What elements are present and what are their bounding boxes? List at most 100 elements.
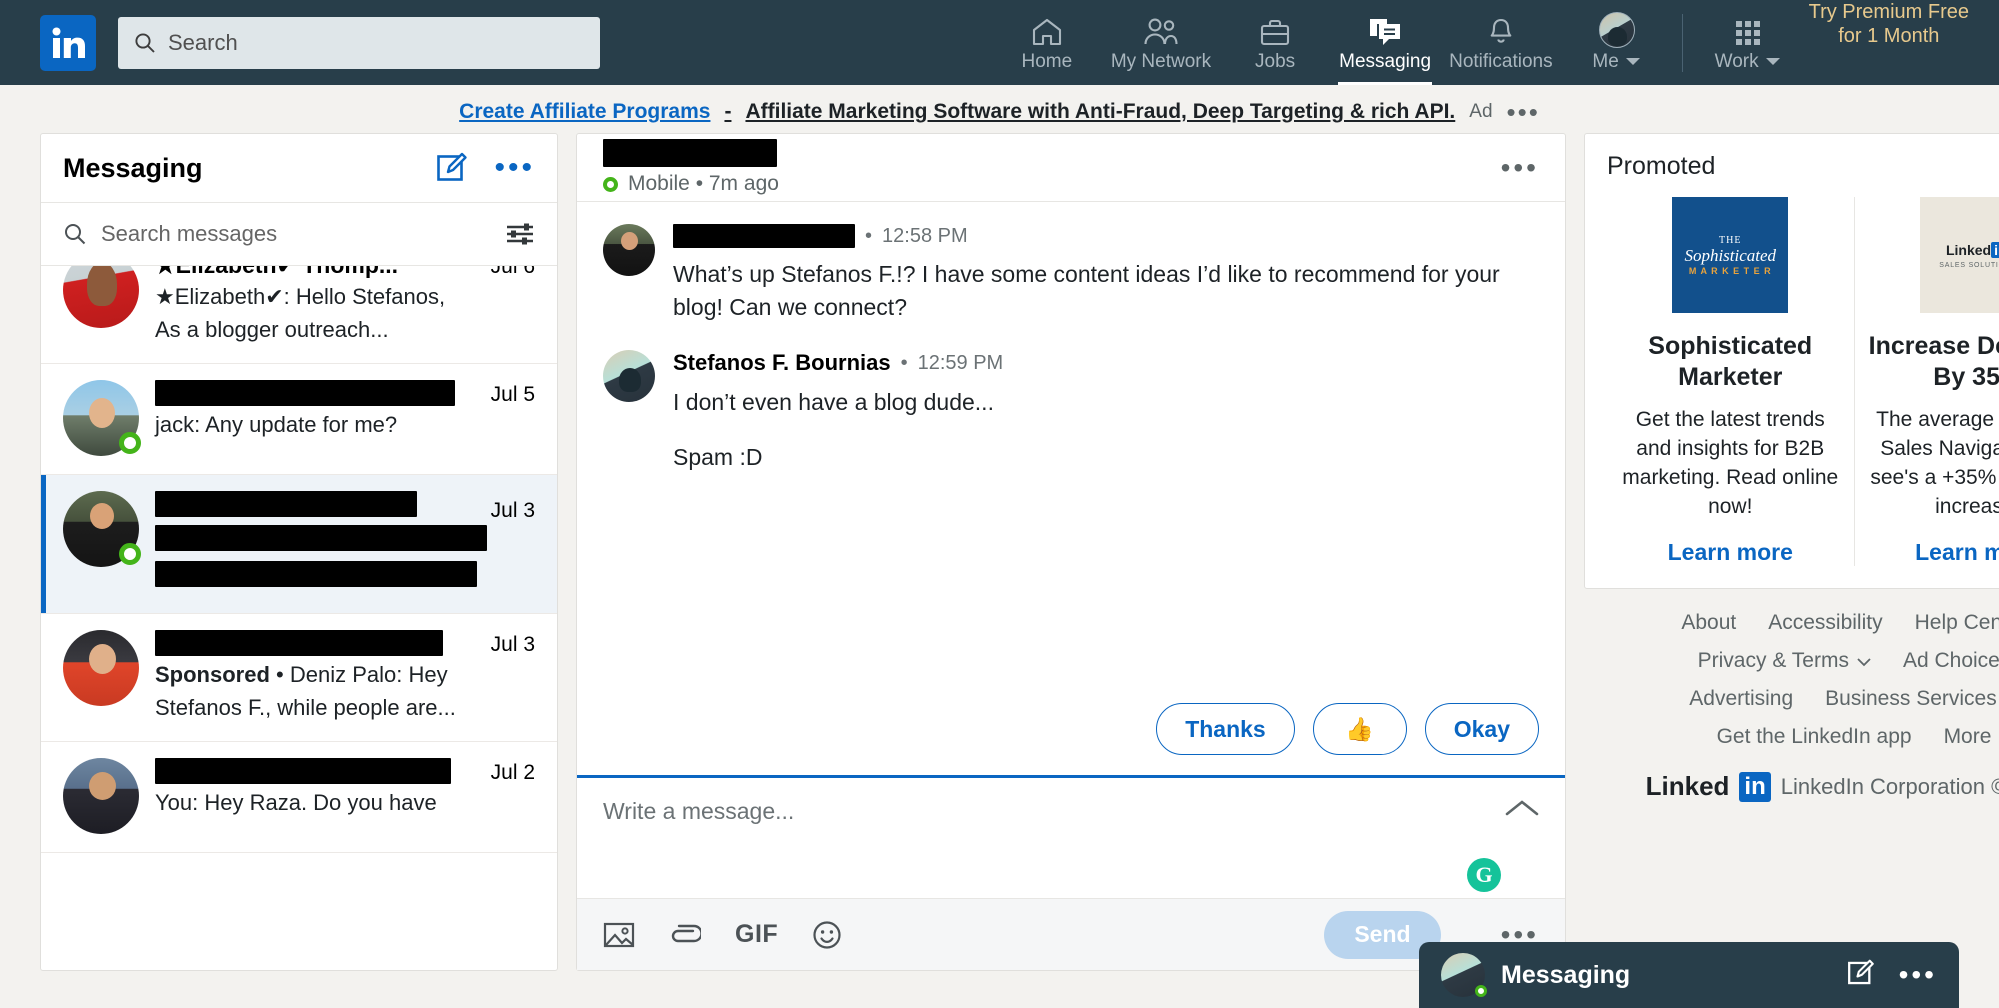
image-icon[interactable] bbox=[603, 921, 635, 949]
online-presence-icon bbox=[1475, 985, 1487, 997]
nav-item-notifications[interactable]: Notifications bbox=[1440, 0, 1562, 85]
list-item-sponsored[interactable]: Deniz Palo Jul 3 Sponsored • Deniz Palo:… bbox=[41, 614, 557, 742]
footer-link-about[interactable]: About bbox=[1681, 611, 1736, 635]
grammarly-icon[interactable]: G bbox=[1467, 858, 1501, 892]
search-input[interactable] bbox=[168, 29, 584, 56]
promoted-name: Sophisticated Marketer bbox=[1648, 332, 1813, 391]
composer-placeholder: Write a message... bbox=[603, 798, 795, 824]
promoted-description: The average LinkedIn Sales Navigator use… bbox=[1870, 408, 1999, 518]
footer-link-advertising[interactable]: Advertising bbox=[1689, 687, 1793, 711]
footer-link-accessibility[interactable]: Accessibility bbox=[1768, 611, 1882, 635]
nav-item-home[interactable]: Home bbox=[992, 0, 1102, 85]
nav-label-home: Home bbox=[1021, 50, 1073, 72]
message-separator: • bbox=[865, 224, 873, 247]
footer-link-business-services[interactable]: Business Services bbox=[1825, 687, 1999, 711]
linkedin-logo-icon[interactable] bbox=[40, 14, 96, 71]
avatar bbox=[603, 224, 655, 276]
logo-bottom-text: SALES SOLUTIONS bbox=[1939, 261, 1999, 269]
composer-input-area[interactable]: Write a message... G bbox=[577, 778, 1565, 898]
footer-link-help-center[interactable]: Help Center bbox=[1915, 611, 1999, 635]
try-premium-link[interactable]: Try Premium Free for 1 Month bbox=[1803, 0, 1975, 85]
conversations-panel: Messaging ••• Search messages Jul 6 ★Eli… bbox=[40, 133, 558, 971]
premium-line-2: for 1 Month bbox=[1838, 25, 1940, 47]
promoted-description: Get the latest trends and insights for B… bbox=[1622, 408, 1839, 518]
sponsored-badge: Sponsored bbox=[155, 662, 270, 687]
green-ring-icon bbox=[603, 176, 618, 192]
promoted-item[interactable]: Linkedin SALES SOLUTIONS Increase Deal S… bbox=[1853, 197, 1999, 566]
footer-link-get-app[interactable]: Get the LinkedIn app bbox=[1717, 725, 1912, 749]
chevron-up-icon[interactable] bbox=[1505, 798, 1539, 823]
list-item-selected[interactable]: Jul 3 bbox=[41, 475, 557, 614]
premium-line-1: Try Premium Free bbox=[1808, 1, 1969, 23]
nav-item-jobs[interactable]: Jobs bbox=[1220, 0, 1330, 85]
nav-label-jobs: Jobs bbox=[1255, 50, 1296, 72]
ellipsis-icon[interactable]: ••• bbox=[1501, 920, 1539, 948]
conversation-date: Jul 3 bbox=[490, 633, 535, 656]
nav-item-my-network[interactable]: My Network bbox=[1102, 0, 1220, 85]
footer: About Accessibility Help Center Privacy … bbox=[1584, 611, 1999, 802]
paperclip-icon[interactable] bbox=[669, 922, 701, 948]
conversation-snippet-line1 bbox=[155, 525, 487, 551]
chevron-down-icon bbox=[1857, 649, 1871, 673]
filter-sliders-icon[interactable] bbox=[505, 221, 535, 247]
list-item[interactable]: jack william Jul 5 jack: Any update for … bbox=[41, 364, 557, 475]
footer-link-more[interactable]: More bbox=[1944, 725, 1992, 749]
main-content: Messaging ••• Search messages Jul 6 ★Eli… bbox=[0, 133, 1999, 971]
avatar bbox=[1598, 12, 1635, 48]
ad-label: Ad bbox=[1469, 101, 1493, 122]
quick-reply-okay-button[interactable]: Okay bbox=[1424, 703, 1539, 755]
conversation-snippet-line2 bbox=[155, 561, 477, 587]
global-search-box[interactable] bbox=[118, 16, 600, 69]
conversation-name: Deniz Palo bbox=[155, 630, 443, 656]
grid-apps-icon bbox=[1734, 13, 1762, 47]
online-presence-icon bbox=[119, 543, 141, 565]
top-navigation-bar: Home My Network Jobs bbox=[0, 0, 1999, 85]
message-text: I don’t even have a blog dude... bbox=[673, 389, 994, 415]
list-item[interactable]: ★Elizabeth✔ Thomp... Jul 6 ★Elizabeth✔: … bbox=[41, 266, 557, 364]
conversations-header: Messaging ••• bbox=[41, 134, 557, 203]
logo-mid-text: in bbox=[1991, 241, 1999, 258]
messaging-overlay-pill[interactable]: Messaging ••• bbox=[1419, 942, 1959, 1008]
ad-separator: - bbox=[724, 100, 732, 123]
message-thread-panel: Mobile • 7m ago ••• • 12:58 PM What’s up… bbox=[576, 133, 1566, 971]
message-bubble-icon bbox=[1368, 13, 1402, 47]
messaging-pill-label: Messaging bbox=[1501, 960, 1631, 989]
ad-headline-link[interactable]: Create Affiliate Programs bbox=[459, 100, 710, 124]
nav-label-my-network: My Network bbox=[1110, 50, 1212, 72]
emoji-smiley-icon[interactable] bbox=[812, 920, 842, 950]
quick-reply-thanks-button[interactable]: Thanks bbox=[1156, 703, 1295, 755]
ellipsis-icon[interactable]: ••• bbox=[1501, 153, 1539, 181]
search-messages-input[interactable] bbox=[101, 221, 401, 247]
learn-more-link[interactable]: Learn more bbox=[1867, 539, 1999, 566]
nav-item-me[interactable]: Me bbox=[1562, 0, 1672, 85]
compose-pencil-icon[interactable] bbox=[1847, 959, 1875, 992]
learn-more-link[interactable]: Learn more bbox=[1619, 539, 1842, 566]
nav-label-work: Work bbox=[1714, 50, 1759, 72]
ellipsis-icon[interactable]: ••• bbox=[1899, 961, 1937, 989]
conversation-date: Jul 6 bbox=[490, 266, 535, 278]
nav-item-work[interactable]: Work bbox=[1693, 0, 1803, 85]
promoted-item[interactable]: THE Sophisticated M A R K E T E R Sophis… bbox=[1607, 197, 1854, 566]
footer-link-ad-choices[interactable]: Ad Choices bbox=[1903, 649, 1999, 673]
conversation-date: Jul 2 bbox=[490, 761, 535, 784]
sophisticated-marketer-logo-icon: THE Sophisticated M A R K E T E R bbox=[1672, 197, 1789, 313]
quick-reply-thumbs-up-button[interactable]: 👍 bbox=[1312, 703, 1407, 755]
sponsored-ad-bar: Create Affiliate Programs - Affiliate Ma… bbox=[0, 85, 1999, 133]
message-text: Spam :D bbox=[673, 444, 763, 470]
nav-item-messaging[interactable]: Messaging bbox=[1330, 0, 1440, 85]
message-time: 12:59 PM bbox=[917, 351, 1004, 374]
compose-pencil-icon[interactable] bbox=[436, 152, 468, 184]
gif-icon[interactable]: GIF bbox=[735, 920, 778, 949]
avatar bbox=[63, 266, 139, 328]
online-presence-icon bbox=[119, 432, 141, 454]
avatar bbox=[63, 630, 139, 706]
right-rail: Promoted ••• THE Sophisticated M A R K E… bbox=[1584, 133, 1999, 802]
conversation-name: jack william bbox=[155, 380, 455, 406]
ellipsis-icon[interactable]: ••• bbox=[1507, 99, 1540, 125]
chevron-down-icon bbox=[1625, 51, 1641, 73]
linkedin-sales-solutions-logo-icon: Linkedin SALES SOLUTIONS bbox=[1919, 197, 1999, 313]
ellipsis-icon[interactable]: ••• bbox=[494, 153, 535, 183]
footer-link-privacy-terms[interactable]: Privacy & Terms bbox=[1698, 649, 1871, 673]
list-item[interactable]: Raza Jul 2 You: Hey Raza. Do you have bbox=[41, 742, 557, 853]
briefcase-icon bbox=[1259, 13, 1291, 47]
